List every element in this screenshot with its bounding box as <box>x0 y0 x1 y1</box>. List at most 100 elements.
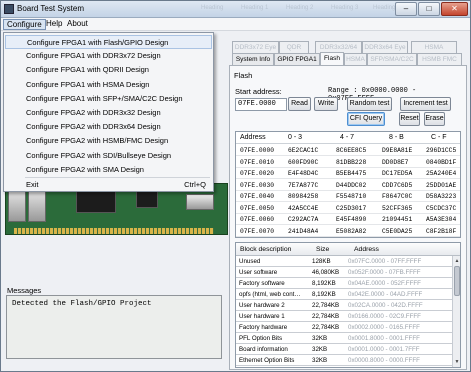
memory-address-cell: 07FE.0030 <box>240 181 275 189</box>
memory-data-cell: C8F2B18F <box>426 227 457 235</box>
block-address-cell: 0x0000.8000 - 0000.FFFF <box>348 357 420 364</box>
pcie-edge-connector <box>14 228 214 234</box>
block-address-cell: 0x0166.0000 - 02C9.FFFF <box>348 313 421 320</box>
minimize-button[interactable]: – <box>395 2 417 16</box>
memory-data-cell: F5548710 <box>336 193 367 200</box>
app-icon <box>4 4 14 14</box>
memory-data-cell: 80984258 <box>288 193 319 200</box>
memory-data-cell: 25A240E4 <box>426 170 457 177</box>
block-row[interactable]: Factory software 8,192KB 0x04AE.0000 - 052… <box>236 279 460 289</box>
block-description-cell: opfs (html, web cont… <box>239 291 301 298</box>
reset-button[interactable]: Reset <box>399 112 420 126</box>
memory-data-cell: 42A5CC4E <box>288 204 319 212</box>
tab-hsma[interactable]: HSMA <box>344 53 367 65</box>
memory-data-cell: C25D3017 <box>336 204 367 212</box>
write-button[interactable]: Write <box>314 97 338 111</box>
memory-data-cell: E45F4890 <box>336 216 367 223</box>
random-test-button[interactable]: Random test <box>347 97 392 111</box>
menu-item-configure[interactable]: Configure FPGA1 with DDR3x72 Design <box>5 49 212 63</box>
memory-data-cell: A5A3E304 <box>426 216 457 223</box>
memory-grid-header: Address 0 - 3 4 - 7 8 - B C - F <box>236 132 460 144</box>
read-button[interactable]: Read <box>288 97 311 111</box>
tab-hsmb-fmc[interactable]: HSMB FMC <box>417 53 462 65</box>
menu-about[interactable]: About <box>64 19 91 30</box>
block-address-cell: 0x0001.0000 - 0001.7FFF <box>348 346 420 353</box>
app-window: Board Test System Heading Heading 1 Head… <box>0 0 471 372</box>
menu-item-configure[interactable]: Configure FPGA1 with HSMA Design <box>5 78 212 92</box>
memory-data-cell: D44DDC02 <box>336 181 367 189</box>
ghost-tab: Heading 2 <box>286 5 314 11</box>
memory-data-cell: B5EB4475 <box>336 170 367 177</box>
menu-help[interactable]: Help <box>43 19 65 30</box>
block-row[interactable]: Board information 32KB 0x0001.0000 - 0001.… <box>236 345 460 355</box>
block-row[interactable]: Ethernet Option Bits 32KB 0x0000.8000 - 00… <box>236 356 460 366</box>
menu-item-configure[interactable]: Configure FPGA1 with SFP+/SMA/C2C Design <box>5 92 212 106</box>
block-row[interactable]: opfs (html, web cont… 8,192KB 0x042E.0000 … <box>236 290 460 300</box>
block-address-cell: 0x042E.0000 - 04AD.FFFF <box>348 291 423 298</box>
block-size-cell: 22,784KB <box>312 302 340 309</box>
flash-group-label: Flash <box>234 71 253 80</box>
memory-data-cell: DD0D8E7 <box>382 158 409 166</box>
tab-ddr3x64-eye[interactable]: DDR3x64 Eye <box>362 41 408 53</box>
block-size-cell: 32KB <box>312 357 328 364</box>
block-row[interactable]: Unused 128KB 0x07FC.0000 - 07FF.FFFF <box>236 257 460 267</box>
menu-item-configure[interactable]: Configure FPGA1 with QDRII Design <box>5 63 212 77</box>
block-row[interactable]: PFL Option Bits 32KB 0x0001.8000 - 0001.FF… <box>236 334 460 344</box>
menu-item-configure[interactable]: Configure FPGA1 with Flash/GPIO Design <box>5 35 212 49</box>
cfi-query-button[interactable]: CFI Query <box>347 112 385 126</box>
tab-sfp-sma-c2c[interactable]: SFP/SMA/C2C <box>367 53 417 65</box>
block-description-cell: User hardware 2 <box>239 302 285 309</box>
menu-item-configure[interactable]: Configure FPGA2 with SMA Design <box>5 163 212 177</box>
block-size-cell: 32KB <box>312 346 328 353</box>
memory-data-cell: C5CDC37C <box>426 204 457 212</box>
memory-data-cell: 600FD90C <box>288 158 319 166</box>
memory-row: 07FE.0050 42A5CC4E C25D3017 52CFF365 C5CDC37… <box>236 203 460 214</box>
maximize-button[interactable]: □ <box>418 2 440 16</box>
menu-configure[interactable]: Configure <box>3 19 46 30</box>
menu-item-configure[interactable]: Configure FPGA2 with HSMB/FMC Design <box>5 134 212 148</box>
menu-item-configure[interactable]: Configure FPGA2 with SDI/Bullseye Design <box>5 149 212 163</box>
close-button[interactable]: ✕ <box>441 2 468 16</box>
menu-item-configure[interactable]: Configure FPGA2 with DDR3x64 Design <box>5 120 212 134</box>
memory-data-cell: 241D48A4 <box>288 227 319 235</box>
ghost-tab: Heading 3 <box>331 5 359 11</box>
memory-row: 07FE.0000 6E2CAC1C 8C6EE8C5 D9E8A81E 296D1CC… <box>236 145 460 156</box>
memory-address-cell: 07FE.0050 <box>240 204 275 212</box>
tab-system-info[interactable]: System Info <box>232 53 274 65</box>
block-description-cell: Ethernet Option Bits <box>239 357 295 364</box>
block-address-cell: 0x02CA.0000 - 042D.FFFF <box>348 302 423 309</box>
arrow-up-icon[interactable]: ▲ <box>454 257 460 265</box>
block-row[interactable]: Factory hardware 22,784KB 0x0002.0000 - 01… <box>236 323 460 333</box>
memory-header-address: Address <box>240 134 266 141</box>
memory-address-cell: 07FE.0020 <box>240 170 275 177</box>
memory-row: 07FE.0040 80984258 F5548710 F8647C0C D58A322… <box>236 191 460 202</box>
menu-item-exit[interactable]: Exit Ctrl+Q <box>5 178 212 192</box>
menu-item-configure[interactable]: Configure FPGA2 with DDR3x32 Design <box>5 106 212 120</box>
block-address-cell: 0x0001.8000 - 0001.FFFF <box>348 335 420 342</box>
block-size-cell: 22,784KB <box>312 313 340 320</box>
start-address-input[interactable]: 07FE.0000 <box>235 98 287 111</box>
memory-address-cell: 07FE.0040 <box>240 193 275 200</box>
block-row[interactable]: User hardware 2 22,784KB 0x02CA.0000 - 042… <box>236 301 460 311</box>
memory-data-cell: 6E2CAC1C <box>288 147 319 154</box>
block-row[interactable]: User hardware 1 22,784KB 0x0166.0000 - 02C… <box>236 312 460 322</box>
block-header-size: Size <box>316 246 330 253</box>
memory-data-cell: F8647C0C <box>382 193 413 200</box>
ghost-tab: Heading 1 <box>241 5 269 11</box>
tab-flash[interactable]: Flash <box>320 52 344 65</box>
tab-qdr[interactable]: QDR <box>279 41 309 53</box>
increment-test-button[interactable]: Increment test <box>400 97 451 111</box>
erase-button[interactable]: Erase <box>424 112 445 126</box>
memory-header-col: C - F <box>431 134 447 141</box>
tab-ddr3x72-eye[interactable]: DDR3x72 Eye <box>232 41 279 53</box>
block-address-cell: 0x07FC.0000 - 07FF.FFFF <box>348 258 422 265</box>
tab-hsma-top[interactable]: HSMA <box>411 41 457 53</box>
tab-gpio-fpga1[interactable]: GPIO FPGA1 <box>274 53 320 65</box>
scroll-thumb[interactable] <box>454 266 460 296</box>
block-table-scrollbar[interactable]: ▲ ▼ <box>452 256 460 367</box>
block-table-header: Block description Size Address <box>236 243 460 256</box>
arrow-down-icon[interactable]: ▼ <box>454 358 460 366</box>
start-address-label: Start address: <box>235 87 282 96</box>
block-row[interactable]: User software 46,080KB 0x052F.0000 - 07FB.… <box>236 268 460 278</box>
memory-header-col: 0 - 3 <box>288 134 303 141</box>
